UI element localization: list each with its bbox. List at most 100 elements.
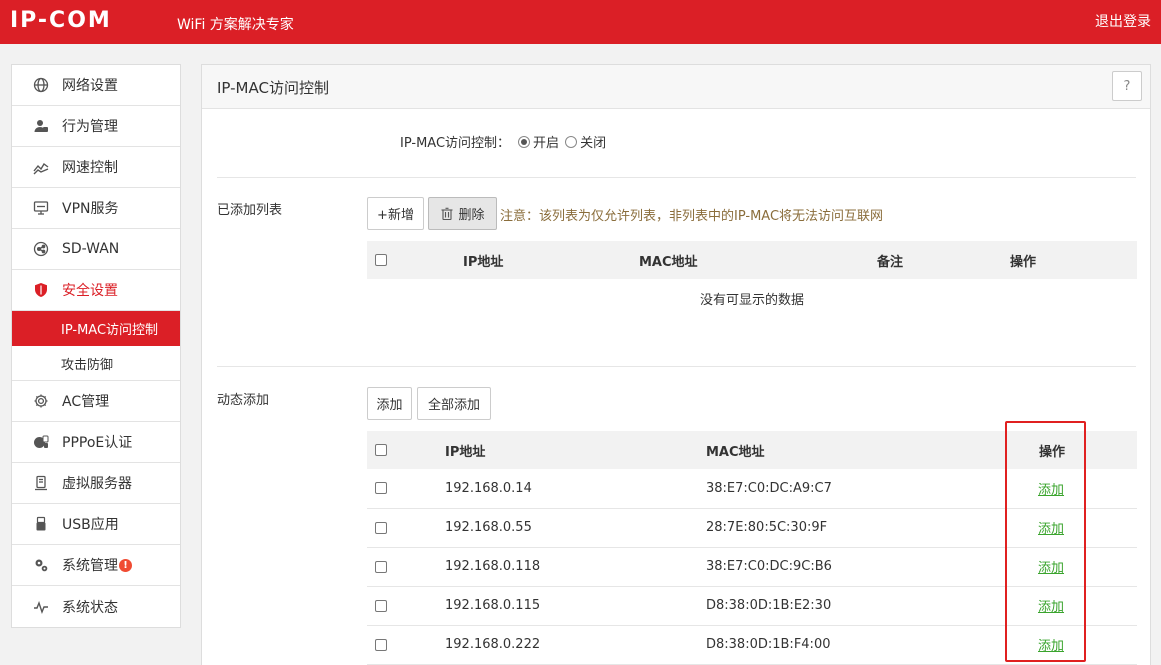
sidebar-item-virtual-server[interactable]: 虚拟服务器: [12, 463, 180, 504]
sidebar-item-security[interactable]: 安全设置: [12, 270, 180, 311]
sidebar-item-label: SD-WAN: [62, 241, 120, 257]
sidebar-item-speed[interactable]: 网速控制: [12, 147, 180, 188]
row-add-link[interactable]: 添加: [1038, 639, 1064, 654]
top-header: IP-COM WiFi 方案解决专家 退出登录: [0, 0, 1161, 44]
shield-icon: [32, 281, 50, 299]
sidebar-item-system-manage[interactable]: 系统管理 !: [12, 545, 180, 586]
row-checkbox[interactable]: [375, 560, 387, 573]
allow-list-note: 注意：该列表为仅允许列表，非列表中的IP-MAC将无法访问互联网: [500, 209, 884, 224]
divider: [217, 366, 1136, 367]
table-header-row: IP地址 MAC地址 操作: [367, 431, 1137, 469]
sidebar-item-label: 安全设置: [62, 283, 118, 299]
logout-link[interactable]: 退出登录: [1095, 11, 1151, 31]
add-all-button[interactable]: 全部添加: [417, 387, 491, 420]
user-manage-icon: [32, 117, 50, 135]
row-checkbox[interactable]: [375, 638, 387, 651]
row-add-link[interactable]: 添加: [1038, 561, 1064, 576]
add-selected-button[interactable]: 添加: [367, 387, 412, 420]
table-row: 192.168.0.115 D8:38:0D:1B:E2:30 添加: [367, 586, 1137, 626]
sidebar-item-label: VPN服务: [62, 201, 119, 217]
sidebar-item-label: 网络设置: [62, 78, 118, 94]
table-row: 192.168.0.14 38:E7:C0:DC:A9:C7 添加: [367, 469, 1137, 509]
empty-row: 没有可显示的数据: [367, 279, 1137, 318]
toggle-label: IP-MAC访问控制：: [400, 136, 511, 151]
row-ip: 192.168.0.115: [409, 586, 670, 626]
row-checkbox[interactable]: [375, 521, 387, 534]
col-mac: MAC地址: [670, 431, 1002, 469]
col-remark: 备注: [877, 241, 1010, 279]
help-button[interactable]: ?: [1112, 71, 1142, 101]
table-row: 192.168.0.222 D8:38:0D:1B:F4:00 添加: [367, 625, 1137, 665]
delete-button[interactable]: 删除: [428, 197, 497, 230]
trash-icon: [441, 207, 453, 220]
usb-icon: [32, 515, 50, 533]
gear-outline-icon: [32, 392, 50, 410]
row-ip: 192.168.0.118: [409, 547, 670, 587]
ip-mac-toggle-row: IP-MAC访问控制： 开启 关闭: [400, 132, 612, 151]
row-mac: 38:E7:C0:DC:9C:B6: [670, 547, 1002, 587]
brand-slogan: WiFi 方案解决专家: [177, 17, 294, 33]
sidebar-subitem-ip-mac[interactable]: IP-MAC访问控制: [12, 311, 180, 346]
gears-icon: [32, 556, 50, 574]
sidebar-item-vpn[interactable]: VPN服务: [12, 188, 180, 229]
sidebar-nav: 网络设置 行为管理 网速控制 VPN服务 SD-WAN 安全设置 IP-MAC访…: [11, 64, 181, 628]
server-icon: [32, 474, 50, 492]
radio-on-dot[interactable]: [518, 135, 531, 148]
sidebar-item-usb[interactable]: USB应用: [12, 504, 180, 545]
empty-message: 没有可显示的数据: [699, 293, 804, 308]
radio-on[interactable]: 开启: [518, 132, 559, 151]
radio-off[interactable]: 关闭: [565, 132, 606, 151]
main-panel: IP-MAC访问控制 ? IP-MAC访问控制： 开启 关闭 已添加列表 +新增…: [201, 64, 1151, 665]
row-add-link[interactable]: 添加: [1038, 600, 1064, 615]
added-list-table: IP地址 MAC地址 备注 操作 没有可显示的数据: [367, 241, 1137, 318]
row-checkbox[interactable]: [375, 599, 387, 612]
panel-header: IP-MAC访问控制 ?: [202, 65, 1150, 109]
sidebar-subitem-attack-defense[interactable]: 攻击防御: [12, 346, 180, 381]
sidebar-item-system-status[interactable]: 系统状态: [12, 586, 180, 627]
added-list-label: 已添加列表: [217, 203, 283, 218]
sidebar-item-pppoe[interactable]: PPPoE认证: [12, 422, 180, 463]
pulse-icon: [32, 598, 50, 616]
row-checkbox[interactable]: [375, 482, 387, 495]
col-ip: IP地址: [409, 241, 639, 279]
row-ip: 192.168.0.14: [409, 469, 670, 509]
new-entry-button[interactable]: +新增: [367, 197, 424, 230]
sidebar-item-label: 虚拟服务器: [62, 476, 132, 492]
sidebar-item-label: 系统状态: [62, 599, 118, 616]
table-row: 192.168.0.118 38:E7:C0:DC:9C:B6 添加: [367, 547, 1137, 587]
col-mac: MAC地址: [639, 241, 877, 279]
row-mac: 28:7E:80:5C:30:9F: [670, 508, 1002, 548]
sidebar-item-label: PPPoE认证: [62, 435, 133, 451]
col-action: 操作: [1002, 431, 1137, 469]
speed-chart-icon: [32, 158, 50, 176]
sidebar-item-ac[interactable]: AC管理: [12, 381, 180, 422]
table-header-row: IP地址 MAC地址 备注 操作: [367, 241, 1137, 279]
row-add-link[interactable]: 添加: [1038, 483, 1064, 498]
sidebar-item-network[interactable]: 网络设置: [12, 65, 180, 106]
row-mac: 38:E7:C0:DC:A9:C7: [670, 469, 1002, 509]
row-add-link[interactable]: 添加: [1038, 522, 1064, 537]
globe-icon: [32, 76, 50, 94]
sidebar-item-label: 行为管理: [62, 119, 118, 135]
dynamic-add-label: 动态添加: [217, 393, 270, 408]
row-ip: 192.168.0.55: [409, 508, 670, 548]
row-mac: D8:38:0D:1B:E2:30: [670, 586, 1002, 626]
monitor-icon: [32, 199, 50, 217]
table-row: 192.168.0.55 28:7E:80:5C:30:9F 添加: [367, 508, 1137, 548]
row-ip: 192.168.0.222: [409, 625, 670, 665]
sidebar-item-label: USB应用: [62, 517, 119, 533]
sidebar-item-sdwan[interactable]: SD-WAN: [12, 229, 180, 270]
pppoe-icon: [32, 433, 50, 451]
col-ip: IP地址: [409, 431, 670, 469]
delete-button-label: 删除: [458, 208, 485, 223]
sidebar-item-behavior[interactable]: 行为管理: [12, 106, 180, 147]
radio-off-dot[interactable]: [565, 135, 578, 148]
alert-badge: !: [119, 558, 132, 572]
select-all-checkbox[interactable]: [375, 254, 387, 266]
divider: [217, 177, 1136, 178]
row-mac: D8:38:0D:1B:F4:00: [670, 625, 1002, 665]
select-all-checkbox[interactable]: [375, 444, 387, 456]
dynamic-table: IP地址 MAC地址 操作 192.168.0.14 38:E7:C0:DC:A…: [367, 431, 1137, 665]
sidebar-item-label: 系统管理: [62, 558, 118, 574]
radio-off-label: 关闭: [580, 136, 607, 151]
